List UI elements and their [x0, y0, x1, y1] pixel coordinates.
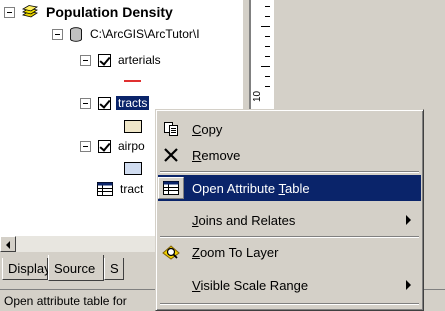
- layers-icon: [21, 5, 39, 19]
- menu-item-label: Zoom To Layer: [192, 244, 279, 260]
- menu-item-label: Joins and Relates: [192, 212, 296, 228]
- menu-separator: [160, 303, 419, 305]
- zoom-to-layer-icon: [158, 241, 184, 263]
- collapse-toggle[interactable]: [52, 28, 63, 40]
- database-path: C:\ArcGIS\ArcTutor\I: [90, 27, 200, 41]
- ruler-label: 10: [252, 90, 263, 102]
- table-icon: [158, 177, 184, 199]
- layer-row-tracts[interactable]: tracts: [80, 94, 150, 112]
- menu-item-open-attribute-table[interactable]: Open Attribute Table: [158, 175, 421, 201]
- data-frame-label: Population Density: [46, 4, 173, 20]
- layer-visibility-checkbox[interactable]: [98, 53, 111, 67]
- collapse-toggle[interactable]: [80, 140, 91, 152]
- line-symbol-swatch[interactable]: [124, 80, 141, 82]
- scroll-left-button[interactable]: [0, 236, 16, 252]
- menu-item-zoom-to-layer[interactable]: Zoom To Layer: [158, 239, 421, 265]
- toc-database-row[interactable]: C:\ArcGIS\ArcTutor\I: [52, 25, 200, 43]
- remove-x-icon: [158, 144, 184, 166]
- table-icon: [97, 182, 113, 196]
- table-row-tracts[interactable]: tract: [97, 180, 143, 198]
- menu-separator: [160, 171, 419, 173]
- collapse-toggle[interactable]: [80, 97, 91, 109]
- menu-item-label: Remove: [192, 147, 241, 163]
- menu-item-label: Copy: [192, 121, 223, 137]
- collapse-toggle[interactable]: [80, 54, 91, 66]
- table-label: tract: [120, 182, 144, 196]
- database-icon: [69, 26, 83, 42]
- menu-separator: [160, 236, 419, 238]
- submenu-arrow-icon: [406, 280, 411, 290]
- polygon-symbol-swatch[interactable]: [124, 120, 142, 133]
- copy-icon: [158, 118, 184, 140]
- menu-item-joins-and-relates[interactable]: Joins and Relates: [158, 207, 421, 233]
- tab-source[interactable]: Source: [48, 255, 104, 281]
- collapse-toggle[interactable]: [4, 6, 15, 18]
- submenu-arrow-icon: [406, 215, 411, 225]
- menu-item-label: Visible Scale Range: [192, 277, 309, 293]
- layer-label-selected: tracts: [116, 96, 150, 110]
- layer-label: arterials: [118, 53, 161, 67]
- menu-item-visible-scale-range[interactable]: Visible Scale Range: [158, 272, 421, 298]
- layer-row-airports[interactable]: airpo: [80, 137, 145, 155]
- layer-row-arterials[interactable]: arterials: [80, 51, 161, 69]
- layer-label: airpo: [118, 139, 145, 153]
- toc-data-frame-row[interactable]: Population Density: [4, 3, 173, 21]
- menu-item-remove[interactable]: Remove: [158, 142, 421, 168]
- layer-visibility-checkbox[interactable]: [98, 139, 111, 153]
- polygon-symbol-swatch[interactable]: [124, 162, 142, 175]
- status-text: Open attribute table for: [4, 294, 127, 308]
- tab-selection[interactable]: S: [104, 258, 124, 280]
- menu-item-label: Open Attribute Table: [192, 180, 310, 196]
- layer-visibility-checkbox[interactable]: [98, 96, 111, 110]
- tab-display[interactable]: Display: [2, 258, 51, 280]
- menu-item-copy[interactable]: Copy: [158, 116, 421, 142]
- layer-context-menu: Copy Remove Open Attribute Table Joins a…: [155, 109, 424, 311]
